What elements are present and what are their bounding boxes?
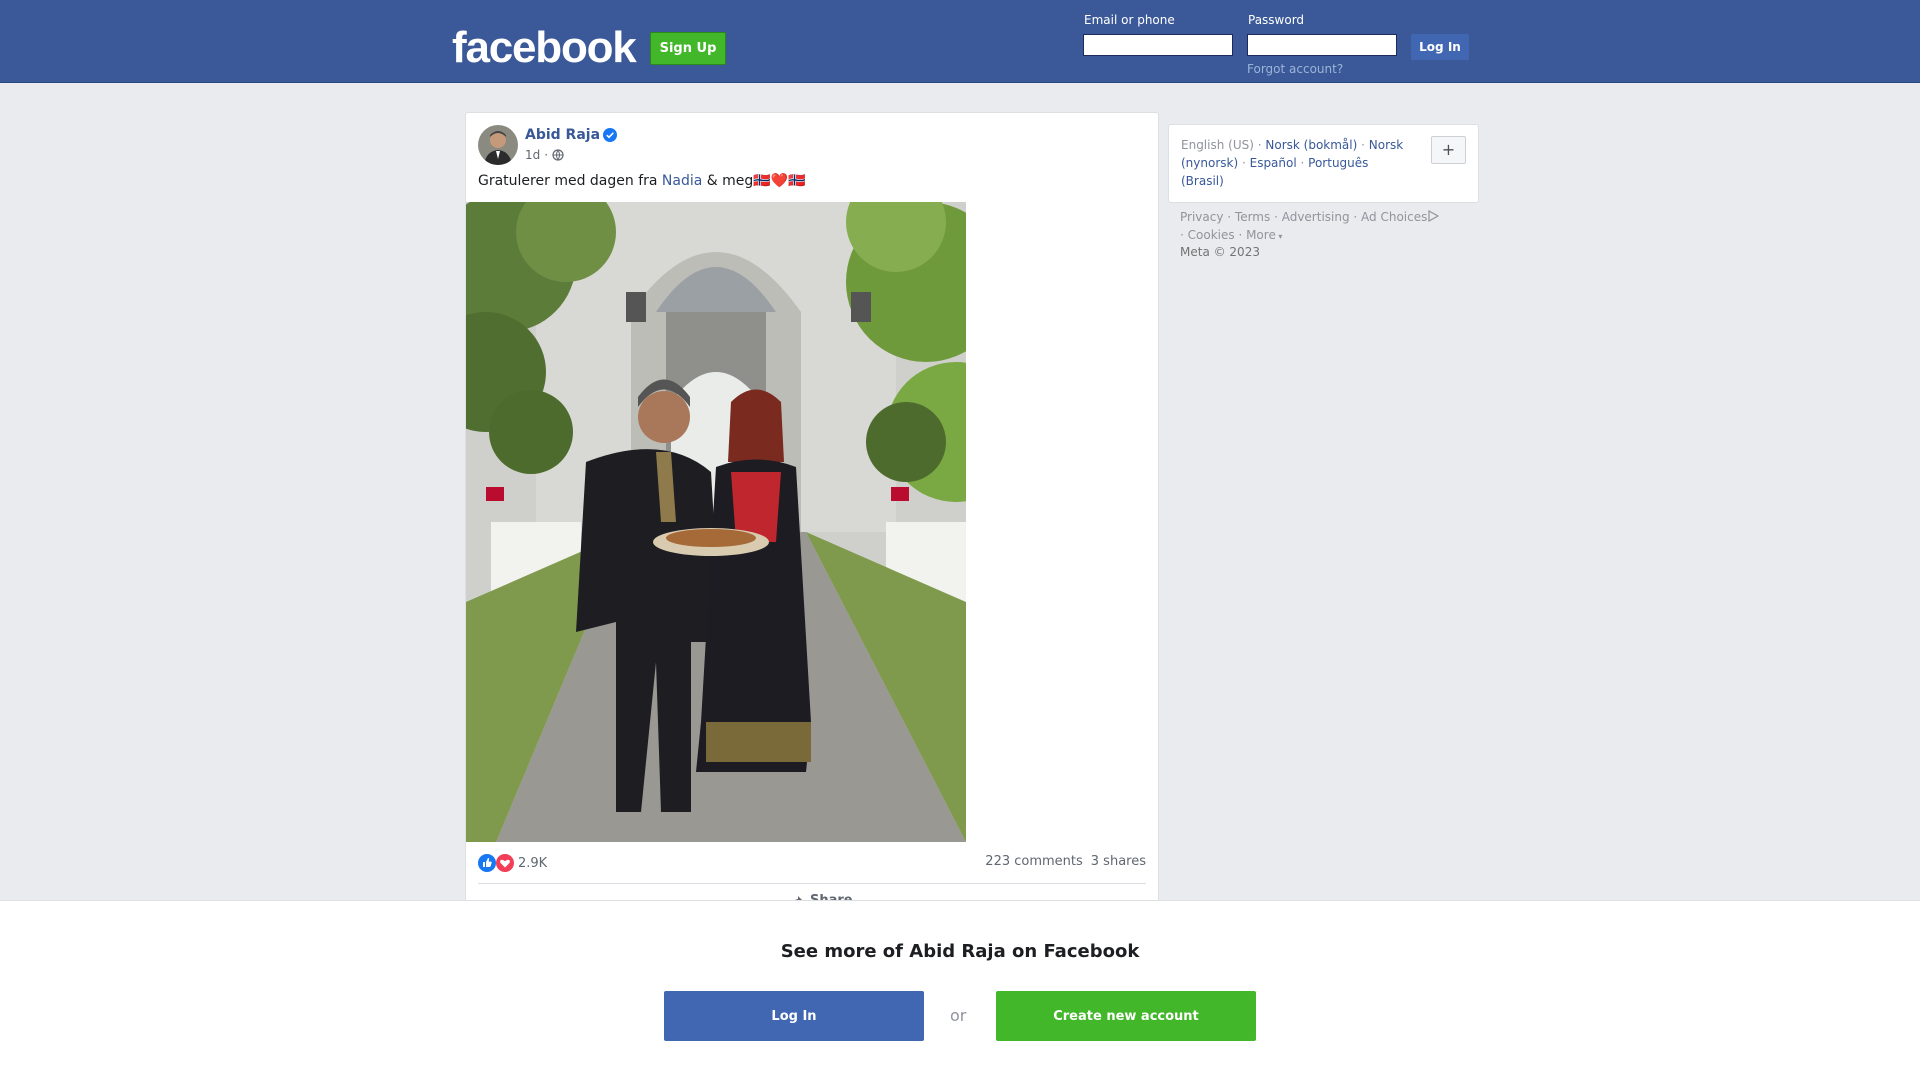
post-time[interactable]: 1d [525,148,540,162]
engagement-counts: 223 comments 3 shares [985,854,1146,869]
create-account-button[interactable]: Create new account [996,991,1256,1041]
reaction-count: 2.9K [518,855,548,871]
current-language: English (US) [1181,138,1254,152]
post-author-name[interactable]: Abid Raja [525,127,600,143]
globe-icon [552,149,564,161]
email-label: Email or phone [1084,13,1175,27]
copyright: Meta © 2023 [1180,245,1260,259]
plus-icon: + [1441,140,1456,159]
sign-up-button[interactable]: Sign Up [650,32,726,65]
password-input[interactable] [1247,34,1397,56]
like-reaction-icon [478,854,496,872]
divider [478,883,1146,884]
post-meta: 1d · [525,148,564,162]
post-text: Gratulerer med dagen fra Nadia & meg🇳🇴❤️… [478,173,806,189]
post-text-before: Gratulerer med dagen fra [478,173,662,189]
post-card: Abid Raja 1d · Gratulerer med dagen fra … [465,112,1159,914]
footer-link-advertising[interactable]: Advertising [1282,210,1350,224]
love-reaction-icon [496,854,514,872]
post-photo[interactable] [466,202,966,842]
mention-link[interactable]: Nadia [662,173,702,189]
forgot-account-link[interactable]: Forgot account? [1247,62,1343,76]
footer-link-more[interactable]: More [1246,228,1276,242]
footer-link-terms[interactable]: Terms [1235,210,1270,224]
or-separator: or [950,1006,967,1025]
more-languages-button[interactable]: + [1431,136,1466,164]
shares-count[interactable]: 3 shares [1091,854,1146,869]
meta-separator: · [544,148,549,162]
overlay-log-in-button[interactable]: Log In [664,991,924,1041]
language-selector-box: English (US) · Norsk (bokmål) · Norsk (n… [1168,124,1479,203]
footer-link-cookies[interactable]: Cookies [1188,228,1235,242]
reactions-summary[interactable]: 2.9K [478,854,547,872]
facebook-logo[interactable]: facebook [452,22,637,74]
footer-links: Privacy · Terms · Advertising · Ad Choic… [1180,208,1480,246]
footer-link-ad-choices[interactable]: Ad Choices [1361,210,1427,224]
language-link[interactable]: Español [1250,156,1297,170]
comments-count[interactable]: 223 comments [985,854,1082,869]
chevron-down-icon: ▾ [1275,232,1283,241]
avatar[interactable] [478,125,518,165]
language-list: English (US) · Norsk (bokmål) · Norsk (n… [1181,138,1404,188]
top-navigation-bar: facebook Sign Up Email or phone Password… [0,0,1920,83]
password-label: Password [1248,13,1305,27]
email-input[interactable] [1083,34,1233,56]
overlay-title: See more of Abid Raja on Facebook [780,941,1140,962]
verified-badge-icon [603,128,617,142]
ad-choices-icon [1428,209,1440,223]
login-overlay: See more of Abid Raja on Facebook Log In… [0,900,1920,1081]
log-in-button[interactable]: Log In [1411,34,1469,60]
post-text-after: & meg🇳🇴❤️🇳🇴 [702,173,806,189]
language-link[interactable]: Norsk (bokmål) [1265,138,1357,152]
footer-link-privacy[interactable]: Privacy [1180,210,1223,224]
